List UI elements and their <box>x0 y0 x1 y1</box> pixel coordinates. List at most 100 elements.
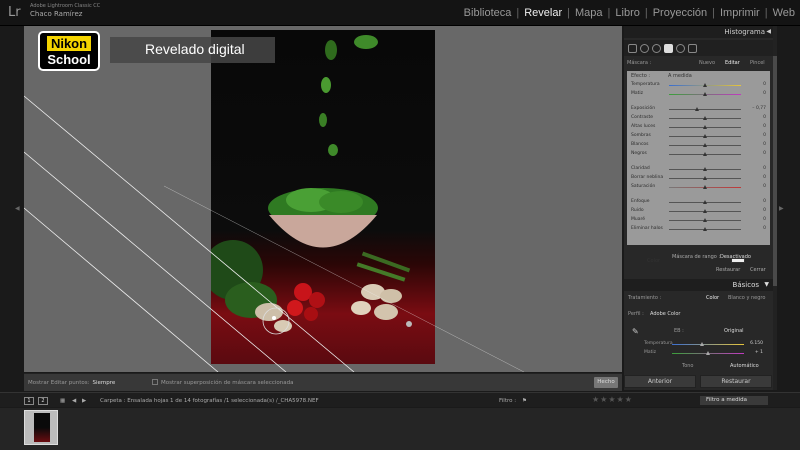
show-edit-points-value[interactable]: Siempre <box>93 380 116 386</box>
previous-button[interactable]: Anterior <box>624 375 696 388</box>
tone-auto-button[interactable]: Automático <box>730 363 759 369</box>
temperature-value[interactable]: 6.150 <box>750 341 763 346</box>
slider-knob[interactable] <box>702 142 707 147</box>
histogram-header[interactable]: Histograma ◀ <box>624 26 773 38</box>
module-biblioteca[interactable]: Biblioteca <box>459 7 517 19</box>
folder-info[interactable]: Carpeta : Ensalada hojas <box>100 398 169 404</box>
module-libro[interactable]: Libro <box>610 7 644 19</box>
wb-eyedropper-icon[interactable]: ✎ <box>632 327 639 336</box>
slider-knob[interactable] <box>702 175 707 180</box>
left-panel-toggle-icon[interactable]: ◀ <box>15 205 20 212</box>
slider-claridad[interactable]: Claridad 0 <box>627 165 770 173</box>
slider-temperatura[interactable]: Temperatura 0 <box>627 81 770 89</box>
slider-ruido[interactable]: Ruido 0 <box>627 207 770 215</box>
radial-filter-icon[interactable] <box>676 43 685 53</box>
graduated-filter-lines[interactable] <box>24 26 622 372</box>
slider-value[interactable]: 0 <box>763 151 766 156</box>
slider-sombras[interactable]: Sombras 0 <box>627 132 770 140</box>
tint-value[interactable]: + 1 <box>755 350 763 355</box>
red-eye-icon[interactable] <box>652 43 661 53</box>
right-panel-toggle-icon[interactable]: ▶ <box>779 205 784 212</box>
slider-value[interactable]: 0 <box>763 115 766 120</box>
mask-new[interactable]: Nuevo <box>699 60 715 66</box>
slider-knob[interactable] <box>702 208 707 213</box>
forward-arrow-icon[interactable]: ▶ <box>82 398 86 404</box>
slider-track[interactable] <box>669 108 741 110</box>
module-imprimir[interactable]: Imprimir <box>715 7 765 19</box>
slider-knob[interactable] <box>702 151 707 156</box>
wb-value[interactable]: Original <box>724 328 744 334</box>
filter-preset-dropdown[interactable]: Filtro a medida <box>700 396 768 405</box>
slider-contraste[interactable]: Contraste 0 <box>627 114 770 122</box>
back-arrow-icon[interactable]: ◀ <box>72 398 76 404</box>
range-mask-row[interactable]: Máscara de rango : Desactivado <box>624 249 773 263</box>
slider-value[interactable]: 0 <box>763 175 766 180</box>
graduated-filter-icon[interactable] <box>664 43 673 53</box>
close-link[interactable]: Cerrar <box>750 267 766 273</box>
module-web[interactable]: Web <box>768 7 800 19</box>
slider-eliminar-halos[interactable]: Eliminar halos 0 <box>627 225 770 233</box>
module-mapa[interactable]: Mapa <box>570 7 608 19</box>
slider-value[interactable]: 0 <box>763 226 766 231</box>
slider-matiz[interactable]: Matiz 0 <box>627 90 770 98</box>
range-mask-value[interactable]: Desactivado <box>720 254 751 260</box>
right-panel-scrollbar[interactable] <box>773 26 777 390</box>
restore-link[interactable]: Restaurar <box>716 267 740 273</box>
crop-tool-icon[interactable] <box>628 43 637 53</box>
done-button[interactable]: Hecho <box>594 377 618 388</box>
slider-value[interactable]: 0 <box>763 133 766 138</box>
slider-knob[interactable] <box>702 217 707 222</box>
show-mask-overlay-checkbox[interactable] <box>152 379 158 385</box>
spot-removal-icon[interactable] <box>640 43 649 53</box>
slider-knob[interactable] <box>695 106 700 111</box>
window-2-button[interactable]: 2 <box>38 397 48 405</box>
filmstrip-thumbnail[interactable] <box>24 410 58 445</box>
mask-brush[interactable]: Pincel <box>750 60 765 66</box>
reset-button[interactable]: Restaurar <box>700 375 772 388</box>
temperature-knob[interactable] <box>699 342 704 346</box>
slider-knob[interactable] <box>702 91 707 96</box>
slider-muaré[interactable]: Muaré 0 <box>627 216 770 224</box>
profile-value[interactable]: Adobe Color <box>650 311 680 317</box>
slider-blancos[interactable]: Blancos 0 <box>627 141 770 149</box>
slider-knob[interactable] <box>702 124 707 129</box>
scrollbar-thumb[interactable] <box>773 56 777 286</box>
slider-value[interactable]: 0 <box>763 142 766 147</box>
slider-saturación[interactable]: Saturación 0 <box>627 183 770 191</box>
slider-negros[interactable]: Negros 0 <box>627 150 770 158</box>
slider-value[interactable]: 0 <box>763 91 766 96</box>
slider-value[interactable]: 0 <box>763 82 766 87</box>
rating-filter-stars[interactable]: ★★★★★ <box>592 395 633 404</box>
slider-value[interactable]: 0 <box>763 184 766 189</box>
slider-value[interactable]: – 0,77 <box>752 106 766 111</box>
slider-value[interactable]: 0 <box>763 208 766 213</box>
grid-icon[interactable]: ▦ <box>60 398 65 404</box>
brush-tool-icon[interactable] <box>688 43 697 53</box>
slider-altas-luces[interactable]: Altas luces 0 <box>627 123 770 131</box>
show-edit-points[interactable]: Mostrar Editar puntos: Siempre <box>28 380 115 386</box>
effect-row[interactable]: Efecto : A medida <box>631 73 692 79</box>
temperature-track[interactable] <box>672 344 744 345</box>
treatment-bw[interactable]: Blanco y negro <box>728 295 765 301</box>
slider-value[interactable]: 0 <box>763 199 766 204</box>
basics-header[interactable]: Básicos ▼ <box>624 279 773 291</box>
slider-knob[interactable] <box>702 166 707 171</box>
slider-knob[interactable] <box>702 184 707 189</box>
effect-value[interactable]: A medida <box>668 73 692 79</box>
slider-knob[interactable] <box>702 115 707 120</box>
slider-knob[interactable] <box>702 82 707 87</box>
mask-edit[interactable]: Editar <box>725 60 740 66</box>
tint-knob[interactable] <box>705 351 710 355</box>
image-canvas[interactable] <box>24 26 622 372</box>
flag-icon[interactable]: ⚑ <box>522 398 527 404</box>
temperature-slider[interactable]: Temperatura 6.150 <box>624 340 773 348</box>
tint-slider[interactable]: Matiz + 1 <box>624 349 773 357</box>
slider-knob[interactable] <box>702 199 707 204</box>
window-1-button[interactable]: 1 <box>24 397 34 405</box>
slider-value[interactable]: 0 <box>763 217 766 222</box>
slider-knob[interactable] <box>702 226 707 231</box>
slider-exposición[interactable]: Exposición – 0,77 <box>627 105 770 113</box>
slider-value[interactable]: 0 <box>763 124 766 129</box>
slider-knob[interactable] <box>702 133 707 138</box>
slider-value[interactable]: 0 <box>763 166 766 171</box>
